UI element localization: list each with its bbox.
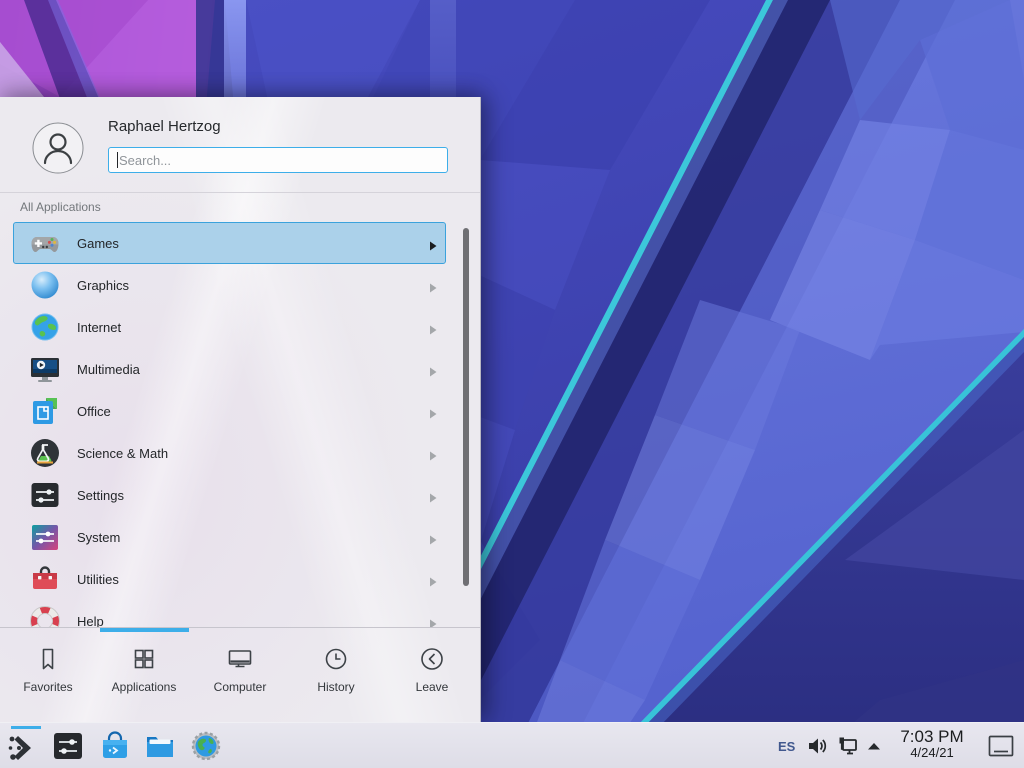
category-row-help[interactable]: Help xyxy=(13,600,445,627)
submenu-arrow-icon xyxy=(429,616,437,626)
submenu-arrow-icon xyxy=(429,238,437,248)
application-launcher-button[interactable] xyxy=(3,726,43,766)
application-launcher-menu: Raphael Hertzog All Applications xyxy=(0,97,481,722)
category-row-graphics[interactable]: Graphics xyxy=(13,264,445,306)
browser-globe-icon xyxy=(189,729,223,763)
system-settings-icon xyxy=(51,729,85,763)
volume-icon xyxy=(806,735,828,757)
footer-tabs: Favorites Applications Computer xyxy=(0,632,480,694)
category-label: Internet xyxy=(77,320,121,335)
category-label: Settings xyxy=(77,488,124,503)
dolphin-folder-icon xyxy=(143,729,177,763)
keyboard-layout-label: ES xyxy=(778,739,795,754)
network-icon xyxy=(836,734,860,758)
launcher-header: Raphael Hertzog xyxy=(0,97,480,192)
clock-time: 7:03 PM xyxy=(888,727,976,746)
settings-sliders-icon xyxy=(29,479,61,511)
digital-clock[interactable]: 7:03 PM 4/24/21 xyxy=(888,727,976,760)
office-document-icon xyxy=(29,395,61,427)
tab-label: Computer xyxy=(214,680,267,694)
submenu-arrow-icon xyxy=(429,574,437,584)
system-settings-task[interactable] xyxy=(48,726,88,766)
submenu-arrow-icon xyxy=(429,532,437,542)
category-row-internet[interactable]: Internet xyxy=(13,306,445,348)
discover-task[interactable] xyxy=(95,726,135,766)
keyboard-layout-indicator[interactable]: ES xyxy=(778,723,795,768)
show-desktop-button[interactable] xyxy=(988,723,1014,768)
scrollbar-thumb[interactable] xyxy=(463,228,469,586)
desktop: Raphael Hertzog All Applications xyxy=(0,0,1024,768)
tab-leave[interactable]: Leave xyxy=(384,632,480,694)
header-separator xyxy=(0,192,480,193)
tab-label: History xyxy=(317,680,354,694)
launcher-footer: Favorites Applications Computer xyxy=(0,627,480,722)
tab-label: Applications xyxy=(112,680,177,694)
search-input[interactable] xyxy=(108,147,448,173)
tab-label: Leave xyxy=(416,680,449,694)
category-row-utilities[interactable]: Utilities xyxy=(13,558,445,600)
category-row-multimedia[interactable]: Multimedia xyxy=(13,348,445,390)
expand-tray-button[interactable] xyxy=(867,723,881,768)
category-row-settings[interactable]: Settings xyxy=(13,474,445,516)
submenu-arrow-icon xyxy=(429,322,437,332)
category-label: Multimedia xyxy=(77,362,140,377)
text-cursor xyxy=(117,152,118,168)
submenu-arrow-icon xyxy=(429,364,437,374)
launcher-active-indicator xyxy=(11,726,41,729)
clock-date: 4/24/21 xyxy=(888,746,976,760)
system-sliders-icon xyxy=(29,521,61,553)
user-avatar[interactable] xyxy=(32,122,84,174)
history-clock-icon xyxy=(322,645,350,673)
gamepad-icon xyxy=(29,227,61,259)
bookmark-icon xyxy=(34,645,62,673)
category-label: Games xyxy=(77,236,119,251)
submenu-arrow-icon xyxy=(429,490,437,500)
kde-launcher-icon xyxy=(6,729,40,763)
category-label: Help xyxy=(77,614,104,628)
section-label: All Applications xyxy=(20,200,101,214)
tab-applications[interactable]: Applications xyxy=(96,632,192,694)
footer-separator xyxy=(0,627,480,628)
toolbox-icon xyxy=(29,563,61,595)
volume-tray-item[interactable] xyxy=(806,723,828,768)
show-desktop-icon xyxy=(988,735,1014,757)
category-label: Graphics xyxy=(77,278,129,293)
computer-icon xyxy=(226,645,254,673)
internet-globe-icon xyxy=(29,311,61,343)
app-grid-icon xyxy=(130,645,158,673)
category-row-science-math[interactable]: Science & Math xyxy=(13,432,445,474)
search-field-wrap xyxy=(108,147,448,173)
taskbar-panel: ES 7:03 PM 4/24/21 xyxy=(0,722,1024,768)
user-name: Raphael Hertzog xyxy=(108,118,221,135)
category-label: Office xyxy=(77,404,111,419)
tab-computer[interactable]: Computer xyxy=(192,632,288,694)
category-row-office[interactable]: Office xyxy=(13,390,445,432)
lifebuoy-icon xyxy=(29,605,61,627)
category-label: Science & Math xyxy=(77,446,168,461)
expand-tray-caret-icon xyxy=(867,742,881,750)
dolphin-task[interactable] xyxy=(140,726,180,766)
network-tray-item[interactable] xyxy=(836,723,860,768)
multimedia-monitor-icon xyxy=(29,353,61,385)
tab-label: Favorites xyxy=(23,680,72,694)
leave-icon xyxy=(418,645,446,673)
tab-favorites[interactable]: Favorites xyxy=(0,632,96,694)
category-label: System xyxy=(77,530,120,545)
tab-history[interactable]: History xyxy=(288,632,384,694)
science-flask-icon xyxy=(29,437,61,469)
category-row-system[interactable]: System xyxy=(13,516,445,558)
submenu-arrow-icon xyxy=(429,406,437,416)
category-label: Utilities xyxy=(77,572,119,587)
graphics-sphere-icon xyxy=(29,269,61,301)
browser-task[interactable] xyxy=(186,726,226,766)
submenu-arrow-icon xyxy=(429,280,437,290)
category-row-games[interactable]: Games xyxy=(13,222,446,264)
discover-bag-icon xyxy=(98,729,132,763)
category-list: Games Graphics xyxy=(0,222,480,627)
submenu-arrow-icon xyxy=(429,448,437,458)
